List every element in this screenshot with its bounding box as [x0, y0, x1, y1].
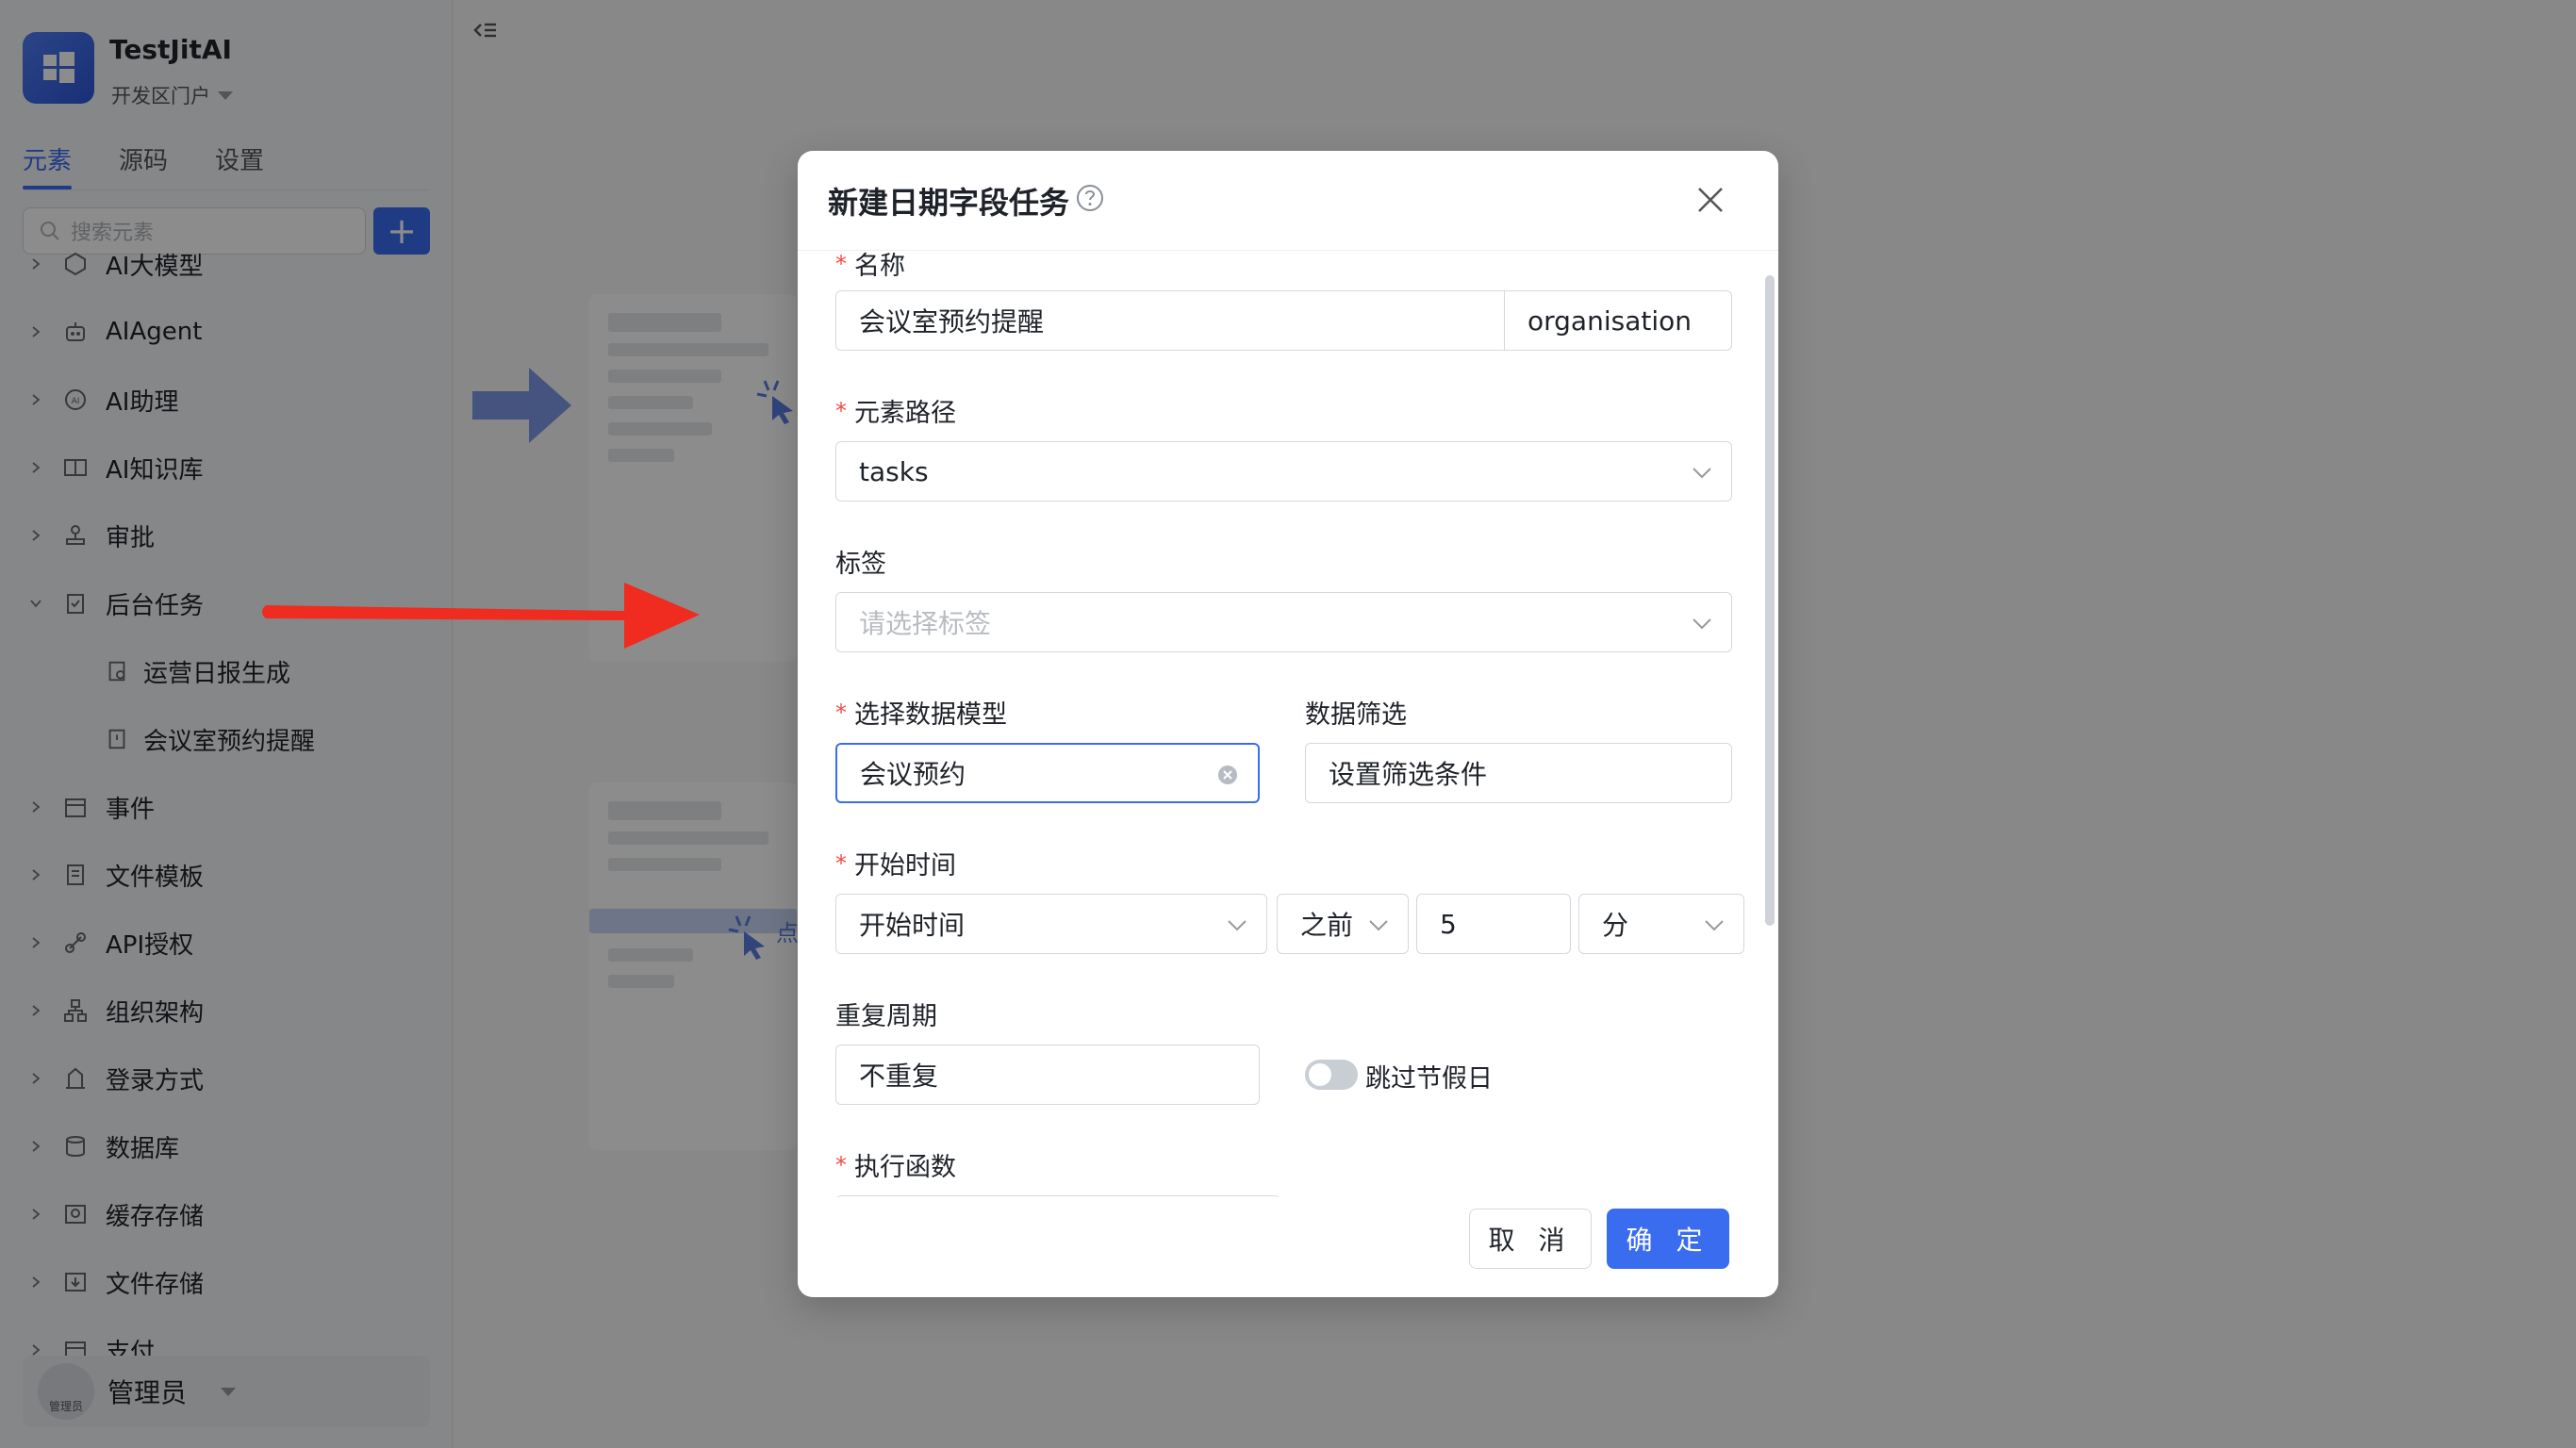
- required-mark: *: [835, 699, 847, 726]
- repeat-select[interactable]: 不重复: [835, 1045, 1260, 1105]
- confirm-button[interactable]: 确 定: [1607, 1209, 1729, 1269]
- chevron-down-icon: [1693, 468, 1711, 479]
- filter-label: 数据筛选: [1305, 700, 1407, 730]
- repeat-label-row: 重复周期: [835, 996, 937, 1032]
- model-value: 会议预约: [860, 759, 966, 790]
- start-time-label-row: * 开始时间: [835, 845, 956, 881]
- model-label-row: * 选择数据模型: [835, 694, 1007, 731]
- app-root: TestJitAI 开发区门户 元素 源码 设置 搜索元素 + AI大模型 AI…: [0, 0, 2576, 1448]
- cancel-button[interactable]: 取 消: [1469, 1209, 1592, 1269]
- new-date-task-modal: 新建日期字段任务 * 名称 会议室预约提醒 organisation * 元素路…: [798, 151, 1778, 1297]
- filter-label-row: 数据筛选: [1305, 694, 1407, 731]
- tags-placeholder: 请选择标签: [859, 608, 992, 639]
- tags-label-row: 标签: [835, 543, 886, 580]
- start-time-amount-input[interactable]: 5: [1416, 894, 1571, 954]
- chevron-down-icon: [1705, 920, 1724, 931]
- required-mark: *: [835, 397, 847, 424]
- modal-scrollbar[interactable]: [1765, 275, 1775, 926]
- path-select[interactable]: tasks: [835, 441, 1732, 502]
- start-time-unit-select[interactable]: 分: [1578, 894, 1744, 954]
- chevron-down-icon: [1369, 920, 1388, 931]
- path-label-row: * 元素路径: [835, 392, 956, 429]
- start-time-field-value: 开始时间: [859, 910, 966, 941]
- name-suffix-input[interactable]: organisation: [1504, 290, 1732, 351]
- data-filter-input[interactable]: 设置筛选条件: [1305, 743, 1732, 803]
- function-select[interactable]: [835, 1195, 1280, 1197]
- clear-icon[interactable]: [1216, 764, 1239, 786]
- start-time-direction-select[interactable]: 之前: [1277, 894, 1409, 954]
- name-input[interactable]: 会议室预约提醒: [835, 290, 1505, 351]
- skip-holiday-label: 跳过节假日: [1365, 1064, 1493, 1094]
- name-label: 名称: [854, 252, 905, 281]
- start-time-field-select[interactable]: 开始时间: [835, 894, 1267, 954]
- function-label-row: * 执行函数: [835, 1146, 956, 1183]
- required-mark: *: [835, 849, 847, 877]
- annotation-arrow-icon: [262, 583, 700, 649]
- required-mark: *: [835, 251, 847, 277]
- help-icon[interactable]: [1075, 183, 1105, 213]
- function-label: 执行函数: [854, 1153, 956, 1182]
- start-time-unit-value: 分: [1602, 910, 1629, 941]
- modal-title: 新建日期字段任务: [828, 185, 1070, 221]
- skip-holiday-toggle[interactable]: [1305, 1060, 1358, 1090]
- required-mark: *: [835, 1151, 847, 1178]
- modal-header: 新建日期字段任务: [798, 151, 1778, 251]
- modal-body[interactable]: * 名称 会议室预约提醒 organisation * 元素路径 tasks 标…: [798, 251, 1778, 1197]
- data-model-select[interactable]: 会议预约: [835, 743, 1260, 803]
- start-time-direction-value: 之前: [1300, 910, 1354, 941]
- start-time-label: 开始时间: [854, 851, 956, 880]
- repeat-label: 重复周期: [835, 1002, 937, 1031]
- name-label-row: * 名称: [835, 251, 905, 282]
- model-label: 选择数据模型: [854, 700, 1007, 730]
- chevron-down-icon: [1228, 920, 1247, 931]
- tags-select[interactable]: 请选择标签: [835, 592, 1732, 652]
- path-value: tasks: [859, 455, 929, 487]
- path-label: 元素路径: [854, 399, 956, 428]
- tags-label: 标签: [835, 550, 886, 579]
- close-icon[interactable]: [1693, 183, 1727, 217]
- chevron-down-icon: [1693, 618, 1711, 630]
